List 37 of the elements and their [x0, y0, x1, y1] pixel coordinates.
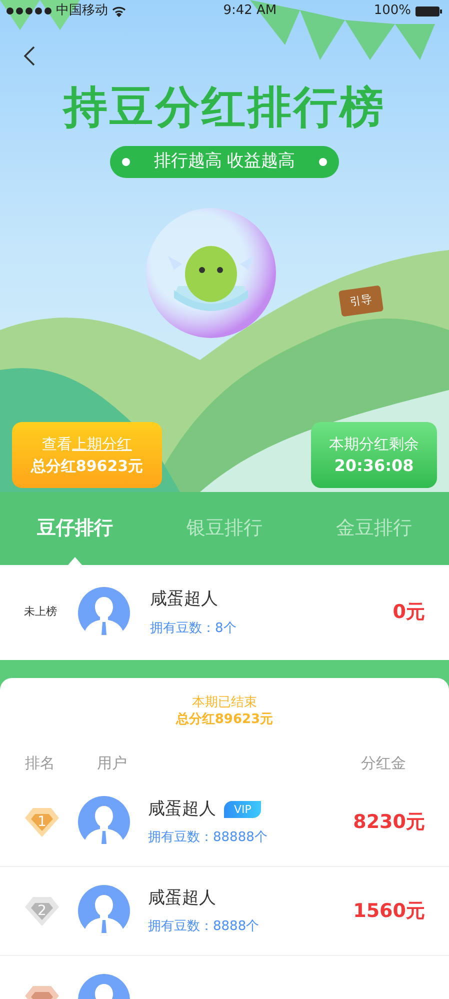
medal-icon: 1 — [24, 806, 60, 838]
bean-count: 拥有豆数：88888个 — [148, 829, 268, 847]
ranking-tab[interactable]: 银豆排行 — [150, 492, 300, 565]
countdown-label: 本期分红剩余 — [329, 434, 419, 455]
user-name: 咸蛋超人 — [148, 798, 216, 820]
carrier-name: 中国移动 — [56, 2, 108, 20]
bonus-amount: 8230元 — [353, 810, 425, 835]
battery-icon — [414, 6, 443, 16]
status-time: 9:42 AM — [223, 2, 277, 20]
last-period-label: 查看上期分红 — [42, 434, 132, 455]
slogan-pill: 排行越高 收益越高 — [110, 146, 340, 178]
avatar-icon — [78, 586, 130, 638]
column-header: 分红金 — [361, 752, 406, 774]
wifi-icon — [112, 6, 126, 16]
battery-percent: 100% — [374, 2, 411, 20]
rank-status: 未上榜 — [24, 604, 58, 620]
medal-icon: 2 — [24, 895, 60, 927]
column-header: 排名 — [25, 752, 56, 774]
bean-count: 拥有豆数：8个 — [150, 620, 238, 638]
bean-count: 拥有豆数：8888个 — [148, 918, 260, 936]
user-name: 咸蛋超人 — [148, 886, 216, 910]
bonus-amount: 0元 — [392, 600, 425, 626]
last-period-link[interactable]: 上期分红 — [72, 435, 132, 453]
column-header: 用户 — [97, 752, 128, 774]
period-notice: 本期已结束 — [191, 694, 258, 711]
ranking-tab[interactable]: 金豆排行 — [299, 492, 449, 565]
user-name: 咸蛋超人 — [150, 588, 219, 611]
signal-icon — [6, 7, 52, 15]
avatar-icon — [78, 885, 130, 937]
last-period-card[interactable]: 查看上期分红 总分红89623元 — [12, 422, 162, 488]
countdown-time: 20:36:08 — [334, 455, 414, 477]
vip-badge: VIP — [224, 800, 262, 818]
page-title: 持豆分红排行榜 — [64, 81, 386, 135]
last-period-total: 总分红89623元 — [30, 456, 144, 477]
bonus-amount: 1560元 — [353, 898, 425, 924]
period-total: 总分红89623元 — [174, 711, 274, 728]
avatar-icon — [78, 796, 130, 848]
